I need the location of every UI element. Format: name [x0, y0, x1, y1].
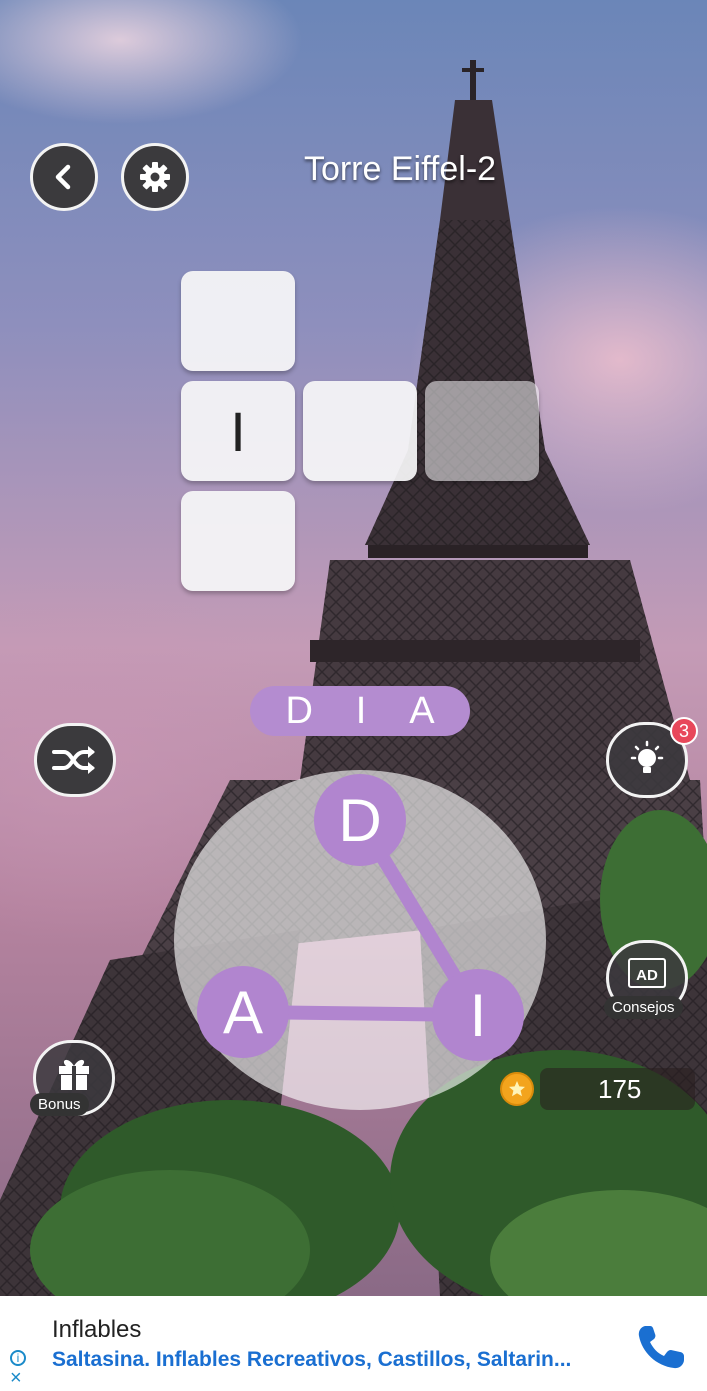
- coin-icon: [500, 1072, 534, 1106]
- wheel-letter-i[interactable]: I: [432, 969, 524, 1061]
- lightbulb-icon: [630, 740, 664, 773]
- bonus-label: Bonus: [30, 1093, 89, 1116]
- ad-close-icon[interactable]: ×: [10, 1368, 22, 1388]
- ad-banner[interactable]: Inflables Saltasina. Inflables Recreativ…: [0, 1296, 707, 1391]
- ad-info-icon[interactable]: i: [10, 1350, 26, 1366]
- shuffle-icon: [52, 746, 95, 774]
- consejos-label: Consejos: [604, 996, 683, 1019]
- wheel-letter-d[interactable]: D: [314, 774, 406, 866]
- ad-title[interactable]: Inflables: [52, 1316, 141, 1344]
- wheel-letter-a[interactable]: A: [197, 966, 289, 1058]
- ad-description[interactable]: Saltasina. Inflables Recreativos, Castil…: [52, 1348, 571, 1372]
- hint-count-badge: 3: [670, 717, 698, 745]
- shuffle-button[interactable]: [34, 723, 116, 797]
- ad-icon-text: AD: [636, 967, 658, 984]
- coin-value: 175: [598, 1074, 642, 1104]
- phone-icon[interactable]: [632, 1322, 692, 1372]
- coin-counter: 175: [500, 1066, 700, 1112]
- clapperboard-icon: AD: [628, 958, 666, 988]
- gift-icon: [59, 1059, 89, 1090]
